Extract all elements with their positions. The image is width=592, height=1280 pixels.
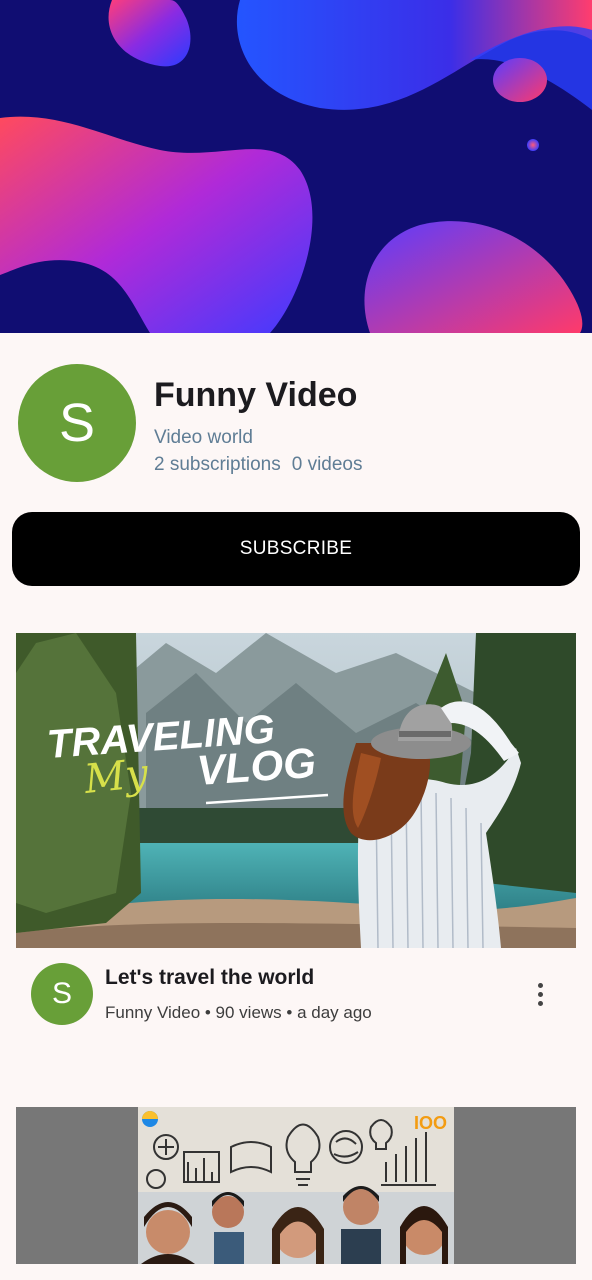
video-channel-avatar[interactable]: S [31, 963, 93, 1025]
channel-name: Funny Video [154, 376, 358, 414]
video-title[interactable]: Let's travel the world [105, 966, 314, 990]
video-thumbnail[interactable]: IOO [16, 1107, 576, 1264]
more-vertical-icon[interactable] [522, 976, 558, 1012]
students-sketch-thumbnail-image: IOO [16, 1107, 576, 1264]
video-meta: Funny Video • 90 views • a day ago [105, 1003, 372, 1022]
banner-abstract-art [0, 0, 592, 333]
videos-count: 0 videos [291, 454, 363, 475]
channel-avatar[interactable]: S [18, 364, 136, 482]
thumbnail-text-my: My [81, 750, 151, 803]
travel-vlog-thumbnail-image: TRAVELING My VLOG [16, 633, 576, 948]
channel-avatar-letter: S [58, 393, 96, 453]
video-thumbnail[interactable]: TRAVELING My VLOG [16, 633, 576, 948]
channel-stats: 2 subscriptions 0 videos [154, 454, 363, 476]
channel-banner [0, 0, 592, 333]
thumbnail-text-ioo: IOO [414, 1113, 447, 1133]
more-dot [537, 991, 543, 997]
video-channel-avatar-letter: S [51, 977, 72, 1010]
more-dot [537, 1000, 543, 1006]
channel-handle: Video world [154, 427, 253, 448]
subscriptions-count: 2 subscriptions [154, 454, 281, 475]
subscribe-button[interactable]: SUBSCRIBE [12, 512, 580, 586]
thumbnail-text-vlog: VLOG [195, 739, 317, 794]
more-dot [537, 982, 543, 988]
